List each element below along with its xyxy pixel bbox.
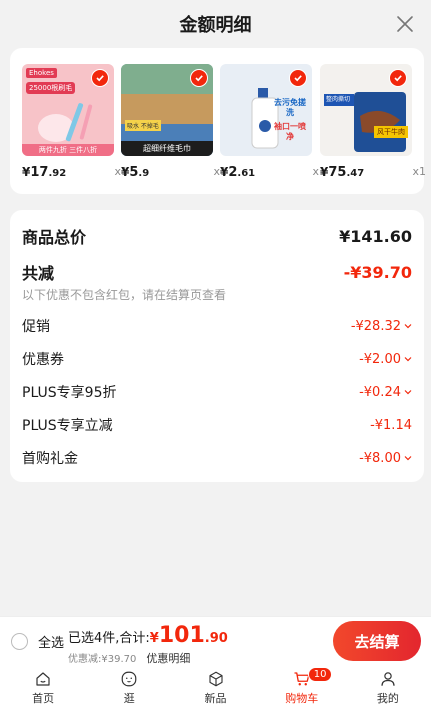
tab-home[interactable]: 首页 (0, 664, 86, 706)
product-caption: 超细纤维毛巾 (121, 141, 213, 156)
total-line: 已选4件,合计: ¥101.90 (68, 623, 228, 648)
reduction-note: 以下优惠不包含红包，请在结算页查看 (22, 288, 227, 302)
discount-value: -¥0.24 (359, 385, 412, 400)
sheet-header: 金额明细 (0, 0, 431, 48)
chevron-down-icon (404, 324, 412, 329)
product-price: ¥17.92 (22, 165, 67, 180)
cart-count-badge: 10 (307, 667, 333, 682)
product-image: 吸水 不掉毛 超细纤维毛巾 (121, 64, 213, 156)
products-card: Ehokes 25000根刷毛 两件九折 三件八折 ¥17.92 x1 吸水 不… (10, 48, 426, 194)
total-price-row: 商品总价 ¥141.60 (22, 224, 412, 248)
product-item[interactable]: 吸水 不掉毛 超细纤维毛巾 ¥5.9 x1 (121, 64, 227, 184)
user-icon (381, 672, 395, 686)
sheet-title: 金额明细 (179, 15, 252, 36)
discount-row-promotion[interactable]: 促销 -¥28.32 (22, 314, 412, 338)
selected-check-icon[interactable] (190, 69, 208, 87)
home-icon (36, 672, 50, 686)
close-icon[interactable] (393, 12, 417, 36)
bottom-tab-bar: 首页 逛 新品 10 购物车 我的 (0, 664, 431, 706)
discount-label: PLUS专享立减 (22, 418, 113, 434)
product-price: ¥75.47 (320, 165, 365, 180)
product-caption: 25000根刷毛 (26, 82, 76, 94)
total-price-value: ¥141.60 (339, 226, 412, 246)
checkout-button[interactable]: 去结算 (333, 621, 421, 661)
discount-label: PLUS专享95折 (22, 385, 117, 401)
discount-value: -¥1.14 (370, 417, 412, 433)
product-item[interactable]: 整肉撕切 风干牛肉 ¥75.47 x1 (320, 64, 426, 184)
tab-profile[interactable]: 我的 (345, 664, 431, 706)
selected-check-icon[interactable] (91, 69, 109, 87)
discount-row-plus-reduce: PLUS专享立减 -¥1.14 (22, 413, 412, 437)
cube-icon (208, 671, 223, 687)
total-reduction-value: -¥39.70 (343, 262, 412, 282)
product-image: Ehokes 25000根刷毛 两件九折 三件八折 (22, 64, 114, 156)
selected-check-icon[interactable] (389, 69, 407, 87)
product-item[interactable]: Ehokes 25000根刷毛 两件九折 三件八折 ¥17.92 x1 (22, 64, 128, 184)
checkout-bar: 全选 已选4件,合计: ¥101.90 优惠减:¥39.70 优惠明细 去结算 (0, 616, 431, 665)
face-icon (121, 671, 137, 687)
total-reduction-label: 共减 (22, 264, 55, 283)
select-all-radio[interactable] (11, 633, 28, 650)
product-item[interactable]: 去污免搓洗 袖口一喷净 ¥2.61 x1 (220, 64, 326, 184)
total-amount: ¥101.90 (149, 623, 228, 648)
discount-value: -¥8.00 (359, 451, 412, 466)
chevron-down-icon (404, 390, 412, 395)
selected-count: 已选4件,合计: (68, 631, 150, 646)
discount-label: 促销 (22, 319, 50, 335)
tab-cart[interactable]: 10 购物车 (259, 664, 345, 706)
product-price: ¥5.9 (121, 165, 150, 180)
total-reduction-row: 共减 -¥39.70 (22, 260, 412, 284)
discount-value: -¥28.32 (351, 319, 412, 334)
brand-tag: Ehokes (26, 68, 57, 78)
total-price-label: 商品总价 (22, 228, 87, 247)
discount-label: 首购礼金 (22, 451, 78, 467)
discount-row-plus95[interactable]: PLUS专享95折 -¥0.24 (22, 380, 412, 404)
product-caption: 风干牛肉 (374, 126, 408, 138)
discount-row-coupon[interactable]: 优惠券 -¥2.00 (22, 347, 412, 371)
product-promo: 吸水 不掉毛 (125, 120, 161, 131)
product-price: ¥2.61 (220, 165, 256, 180)
discount-row-first-gift[interactable]: 首购礼金 -¥8.00 (22, 446, 412, 470)
product-caption: 去污免搓洗 (274, 98, 306, 117)
chevron-down-icon (404, 357, 412, 362)
selected-check-icon[interactable] (289, 69, 307, 87)
tab-new[interactable]: 新品 (172, 664, 258, 706)
discount-label: 优惠券 (22, 352, 64, 368)
discount-value: -¥2.00 (359, 352, 412, 367)
select-all-label[interactable]: 全选 (38, 632, 64, 651)
product-promo: 袖口一喷净 (274, 122, 306, 141)
product-image: 整肉撕切 风干牛肉 (320, 64, 412, 156)
product-qty: x1 (412, 165, 426, 178)
tab-explore[interactable]: 逛 (86, 664, 172, 706)
amount-detail-sheet: 金额明细 Ehokes 25000根刷毛 两件九折 三件八折 ¥17.92 x1… (0, 0, 431, 616)
price-summary-card: 商品总价 ¥141.60 共减 -¥39.70 以下优惠不包含红包，请在结算页查… (10, 210, 424, 482)
product-image: 去污免搓洗 袖口一喷净 (220, 64, 312, 156)
product-promo: 两件九折 三件八折 (22, 144, 114, 156)
chevron-down-icon (404, 456, 412, 461)
